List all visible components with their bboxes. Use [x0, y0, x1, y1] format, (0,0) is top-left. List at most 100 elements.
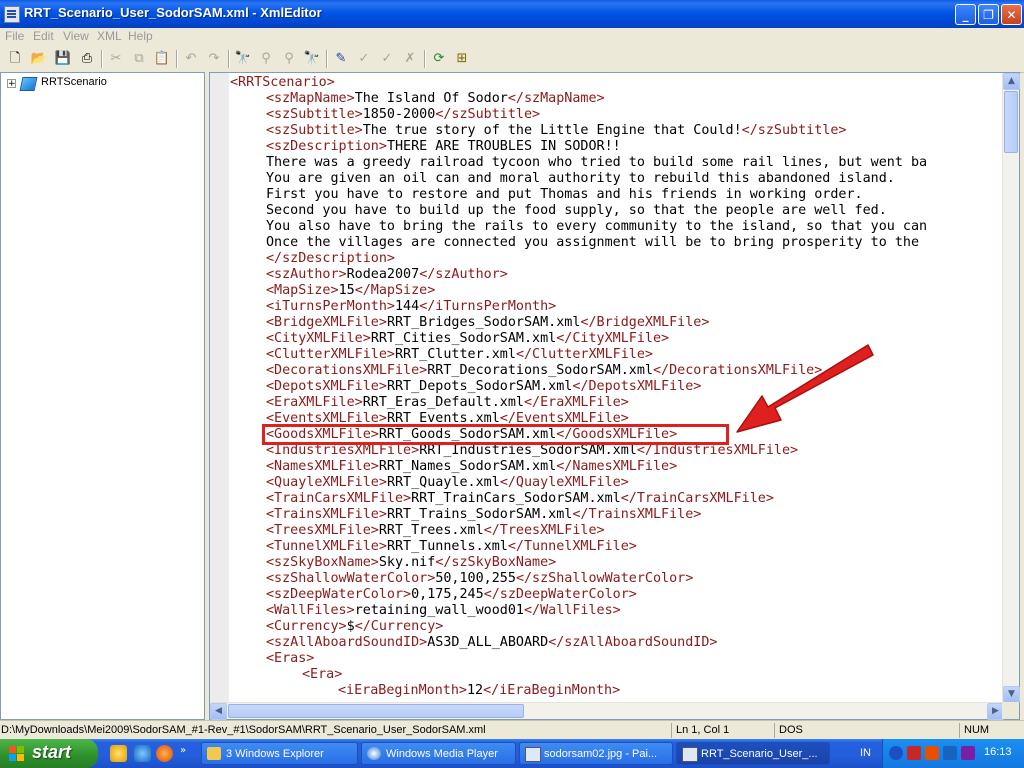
- code-line[interactable]: <ClutterXMLFile>RRT_Clutter.xml</Clutter…: [266, 347, 653, 363]
- code-line[interactable]: <szSubtitle>The true story of the Little…: [266, 123, 846, 139]
- tree-node-root[interactable]: RRTScenario: [41, 76, 107, 88]
- app-icon[interactable]: [4, 6, 20, 23]
- save-icon[interactable]: 💾: [54, 50, 72, 68]
- code-line[interactable]: You are given an oil can and moral autho…: [266, 171, 895, 187]
- format-icon[interactable]: ✓: [378, 50, 396, 68]
- xml-tag: <szMapName>: [266, 91, 355, 106]
- code-line[interactable]: <szDescription>THERE ARE TROUBLES IN SOD…: [266, 139, 621, 155]
- undo-icon[interactable]: ↶: [182, 50, 200, 68]
- code-line[interactable]: You also have to bring the rails to ever…: [266, 219, 927, 235]
- close-button[interactable]: ✕: [1001, 4, 1022, 25]
- code-line[interactable]: <DepotsXMLFile>RRT_Depots_SodorSAM.xml</…: [266, 379, 701, 395]
- replace-icon[interactable]: 🔭: [303, 50, 321, 68]
- code-line[interactable]: <szAllAboardSoundID>AS3D_ALL_ABOARD</szA…: [266, 635, 718, 651]
- code-line[interactable]: <TunnelXMLFile>RRT_Tunnels.xml</TunnelXM…: [266, 539, 637, 555]
- menu-xml[interactable]: XML: [97, 29, 122, 43]
- internet-explorer-icon[interactable]: [134, 745, 151, 762]
- menu-view[interactable]: View: [63, 29, 89, 43]
- xml-text: RRT_Names_SodorSAM.xml: [378, 459, 557, 474]
- code-line[interactable]: <BridgeXMLFile>RRT_Bridges_SodorSAM.xml<…: [266, 315, 709, 331]
- find-icon[interactable]: 🔭: [234, 50, 252, 68]
- tray-security-icon[interactable]: [925, 746, 939, 760]
- code-line[interactable]: <NamesXMLFile>RRT_Names_SodorSAM.xml</Na…: [266, 459, 677, 475]
- code-line[interactable]: <EraXMLFile>RRT_Eras_Default.xml</EraXML…: [266, 395, 629, 411]
- code-line[interactable]: <szMapName>The Island Of Sodor</szMapNam…: [266, 91, 605, 107]
- expand-icon[interactable]: +: [7, 79, 16, 89]
- code-line[interactable]: There was a greedy railroad tycoon who t…: [266, 155, 927, 171]
- code-line[interactable]: <szAuthor>Rodea2007</szAuthor>: [266, 267, 508, 283]
- quicklaunch-more-icon[interactable]: »: [180, 745, 188, 762]
- code-line[interactable]: Second you have to build up the food sup…: [266, 203, 887, 219]
- code-line[interactable]: <szDeepWaterColor>0,175,245</szDeepWater…: [266, 587, 637, 603]
- new-file-icon[interactable]: 🗋: [6, 50, 24, 68]
- xml-node-icon: [19, 77, 38, 91]
- open-folder-icon[interactable]: 📂: [30, 50, 48, 68]
- paste-icon[interactable]: 📋: [153, 50, 171, 68]
- vertical-scroll-thumb[interactable]: [1004, 91, 1018, 153]
- code-line[interactable]: <szSubtitle>1850-2000</szSubtitle>: [266, 107, 540, 123]
- print-icon[interactable]: ⎙: [78, 50, 96, 68]
- vertical-scrollbar[interactable]: ▲ ▼: [1002, 73, 1020, 703]
- code-line[interactable]: <TrainsXMLFile>RRT_Trains_SodorSAM.xml</…: [266, 507, 701, 523]
- menu-help[interactable]: Help: [128, 29, 153, 43]
- tray-network-icon[interactable]: [943, 746, 957, 760]
- task-xml-editor[interactable]: RRT_Scenario_User_...: [676, 742, 830, 765]
- code-line[interactable]: <DecorationsXMLFile>RRT_Decorations_Sodo…: [266, 363, 822, 379]
- task-paint[interactable]: sodorsam02.jpg - Pai...: [519, 742, 673, 765]
- restore-button[interactable]: ❐: [978, 4, 999, 25]
- code-line[interactable]: First you have to restore and put Thomas…: [266, 187, 863, 203]
- find-previous-icon[interactable]: ⚲: [280, 50, 298, 68]
- code-line[interactable]: <WallFiles>retaining_wall_wood01</WallFi…: [266, 603, 621, 619]
- code-line[interactable]: <TrainCarsXMLFile>RRT_TrainCars_SodorSAM…: [266, 491, 774, 507]
- redo-icon[interactable]: ↷: [205, 50, 223, 68]
- code-line[interactable]: <RRTScenario>: [230, 75, 335, 91]
- pen-icon[interactable]: ✎: [332, 50, 350, 68]
- code-line[interactable]: <IndustriesXMLFile>RRT_Industries_SodorS…: [266, 443, 798, 459]
- language-indicator[interactable]: IN: [860, 747, 871, 759]
- scroll-down-icon[interactable]: ▼: [1003, 686, 1020, 703]
- clock[interactable]: 16:13: [984, 746, 1012, 758]
- tray-app-icon[interactable]: [907, 746, 921, 760]
- scroll-up-icon[interactable]: ▲: [1003, 73, 1020, 90]
- tree-view-icon[interactable]: ⊞: [453, 50, 471, 68]
- task-windows-explorer[interactable]: 3 Windows Explorer: [201, 742, 358, 765]
- cut-icon[interactable]: ✂: [107, 50, 125, 68]
- title-bar[interactable]: RRT_Scenario_User_SodorSAM.xml - XmlEdit…: [0, 0, 1024, 28]
- code-line[interactable]: <iEraBeginMonth>12</iEraBeginMonth>: [338, 683, 620, 699]
- xml-text: RRT_Clutter.xml: [395, 347, 516, 362]
- horizontal-scrollbar[interactable]: ◀ ▶: [210, 702, 1004, 720]
- code-line[interactable]: <szShallowWaterColor>50,100,255</szShall…: [266, 571, 693, 587]
- start-button[interactable]: start: [0, 739, 98, 768]
- xml-text: There was a greedy railroad tycoon who t…: [266, 155, 928, 170]
- code-line[interactable]: <TreesXMLFile>RRT_Trees.xml</TreesXMLFil…: [266, 523, 605, 539]
- minimize-button[interactable]: _: [955, 4, 976, 25]
- task-windows-media-player[interactable]: Windows Media Player: [361, 742, 516, 765]
- code-line[interactable]: <Era>: [302, 667, 342, 683]
- xml-tag: </ClutterXMLFile>: [515, 347, 653, 362]
- code-line[interactable]: </szDescription>: [266, 251, 395, 267]
- scroll-left-icon[interactable]: ◀: [210, 703, 227, 720]
- code-line[interactable]: <QuayleXMLFile>RRT_Quayle.xml</QuayleXML…: [266, 475, 629, 491]
- code-line[interactable]: <Currency>$</Currency>: [266, 619, 443, 635]
- transform-icon[interactable]: ✗: [401, 50, 419, 68]
- messenger-icon[interactable]: [110, 745, 127, 762]
- xml-editor[interactable]: <RRTScenario> <szMapName>The Island Of So…: [209, 72, 1020, 720]
- code-line[interactable]: <iTurnsPerMonth>144</iTurnsPerMonth>: [266, 299, 556, 315]
- validate-icon[interactable]: ✓: [355, 50, 373, 68]
- menu-file[interactable]: File: [5, 29, 24, 43]
- horizontal-scroll-thumb[interactable]: [228, 704, 524, 718]
- code-area[interactable]: <RRTScenario> <szMapName>The Island Of So…: [230, 73, 1004, 703]
- tree-pane[interactable]: + RRTScenario: [0, 72, 205, 720]
- refresh-icon[interactable]: ⟳: [430, 50, 448, 68]
- code-line[interactable]: <CityXMLFile>RRT_Cities_SodorSAM.xml</Ci…: [266, 331, 669, 347]
- code-line[interactable]: <Eras>: [266, 651, 314, 667]
- find-next-icon[interactable]: ⚲: [257, 50, 275, 68]
- menu-edit[interactable]: Edit: [33, 29, 54, 43]
- tray-volume-icon[interactable]: [961, 746, 975, 760]
- firefox-icon[interactable]: [156, 745, 173, 762]
- code-line[interactable]: <MapSize>15</MapSize>: [266, 283, 435, 299]
- tray-back-icon[interactable]: [889, 746, 903, 760]
- copy-icon[interactable]: ⧉: [130, 50, 148, 68]
- code-line[interactable]: <szSkyBoxName>Sky.nif</szSkyBoxName>: [266, 555, 556, 571]
- code-line[interactable]: Once the villages are connected you assi…: [266, 235, 919, 251]
